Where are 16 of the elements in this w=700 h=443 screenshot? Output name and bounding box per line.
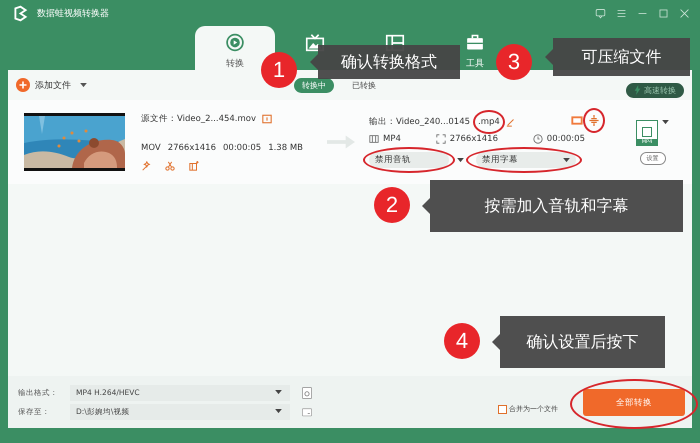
callout-tooltip: 确认转换格式	[310, 45, 460, 79]
window-title: 数据蛙视频转换器	[37, 8, 110, 20]
callout-tooltip: 确认设置后按下	[492, 316, 665, 368]
file-meta: 2766x1416	[168, 143, 216, 153]
output-duration: 00:00:05	[546, 134, 585, 144]
output-file-name: 输出：Video_240...0145	[369, 116, 470, 128]
file-meta: MOV	[141, 143, 161, 153]
file-extension: .mp4	[478, 117, 500, 127]
callout-tooltip: 可压缩文件	[545, 38, 690, 76]
file-meta: 1.38 MB	[268, 143, 303, 153]
output-format: MP4	[383, 134, 401, 144]
source-file-name: 源文件：Video_2...454.mov	[141, 113, 256, 125]
output-resolution: 2766x1416	[450, 134, 498, 144]
callout-tooltip: 按需加入音轨和字幕	[422, 180, 683, 232]
file-meta: 00:00:05	[223, 143, 262, 153]
step-number-badge: 3	[496, 44, 532, 80]
